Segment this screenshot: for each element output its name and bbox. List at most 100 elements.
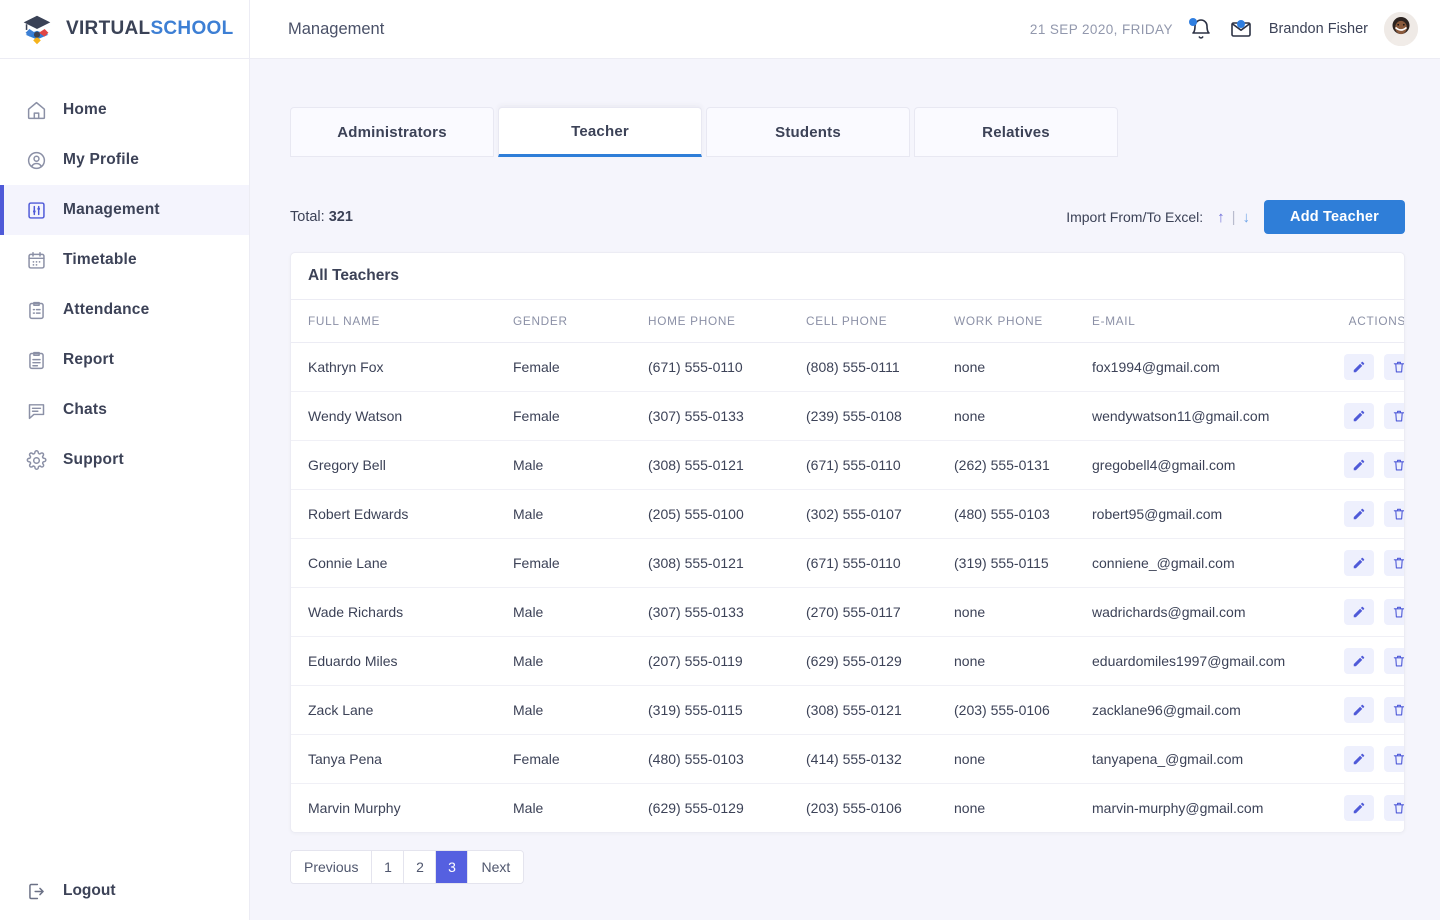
sidebar-nav: Home My Profile Management Timetable Att… [0, 85, 249, 485]
message-dot [1236, 20, 1245, 28]
tab-teacher[interactable]: Teacher [498, 107, 702, 157]
cell-full-name: Wendy Watson [291, 391, 496, 441]
total-value: 321 [328, 209, 353, 225]
cell-cell-phone: (308) 555-0121 [789, 685, 937, 735]
cell-email: tanyapena_@gmail.com [1075, 734, 1313, 784]
edit-row-button[interactable] [1344, 794, 1375, 821]
tab-administrators[interactable]: Administrators [290, 107, 494, 157]
delete-row-button[interactable] [1384, 745, 1404, 772]
delete-row-button[interactable] [1384, 598, 1404, 625]
edit-row-button[interactable] [1344, 745, 1375, 772]
cell-email: marvin-murphy@gmail.com [1092, 799, 1264, 816]
table-row[interactable]: Tanya Pena Female (480) 555-0103 (414) 5… [291, 734, 1404, 784]
sidebar-item-chats[interactable]: Chats [0, 385, 249, 435]
cell-full-name: Connie Lane [291, 538, 496, 588]
edit-row-button[interactable] [1344, 353, 1375, 380]
notifications-button[interactable] [1188, 17, 1213, 41]
table-row[interactable]: Kathryn Fox Female (671) 555-0110 (808) … [291, 342, 1404, 392]
avatar[interactable] [1384, 12, 1418, 46]
delete-row-button[interactable] [1384, 402, 1404, 429]
table-row[interactable]: Robert Edwards Male (205) 555-0100 (302)… [291, 489, 1404, 539]
sidebar-item-timetable[interactable]: Timetable [0, 235, 249, 285]
pencil-icon [1353, 361, 1365, 372]
cell-gender: Female [496, 342, 631, 392]
brand-logo[interactable]: VIRTUALSCHOOL [0, 0, 249, 59]
pencil-icon [1353, 655, 1365, 666]
sidebar-item-report[interactable]: Report [0, 335, 249, 385]
sidebar-item-attendance[interactable]: Attendance [0, 285, 249, 335]
table-row[interactable]: Gregory Bell Male (308) 555-0121 (671) 5… [291, 440, 1404, 490]
delete-row-button[interactable] [1384, 647, 1404, 674]
teachers-card: All Teachers FULL NAME GENDER HOME PHONE… [290, 252, 1405, 833]
pagination-page-1[interactable]: 1 [372, 851, 405, 883]
sidebar-item-my-profile[interactable]: My Profile [0, 135, 249, 185]
trash-icon [1393, 606, 1404, 618]
cell-gender: Female [496, 391, 631, 441]
logout-button[interactable]: Logout [0, 862, 249, 920]
brand-name-second: SCHOOL [150, 18, 234, 39]
edit-row-button[interactable] [1344, 451, 1375, 478]
cell-cell-phone: (671) 555-0110 [789, 538, 937, 588]
pagination-previous[interactable]: Previous [291, 851, 373, 883]
delete-row-button[interactable] [1384, 500, 1404, 527]
list-toolbar: Total: 321 Import From/To Excel: ↑ | ↓ A… [290, 200, 1405, 234]
cell-home-phone: (308) 555-0121 [631, 538, 789, 588]
add-teacher-button[interactable]: Add Teacher [1264, 200, 1405, 234]
cell-full-name: Wade Richards [291, 587, 496, 637]
cell-work-phone: none [937, 391, 1075, 441]
export-down-icon[interactable]: ↓ [1243, 209, 1251, 226]
edit-row-button[interactable] [1344, 647, 1375, 674]
cell-gender: Female [496, 734, 631, 784]
messages-button[interactable] [1229, 17, 1253, 41]
arrow-separator: | [1231, 208, 1236, 226]
edit-row-button[interactable] [1344, 402, 1375, 429]
edit-row-button[interactable] [1344, 696, 1375, 723]
pencil-icon [1353, 606, 1365, 617]
sidebar-item-management[interactable]: Management [0, 185, 249, 235]
table-row[interactable]: Zack Lane Male (319) 555-0115 (308) 555-… [291, 685, 1404, 735]
sidebar-item-label: Attendance [63, 301, 150, 318]
table-row[interactable]: Wade Richards Male (307) 555-0133 (270) … [291, 587, 1404, 637]
edit-row-button[interactable] [1344, 500, 1375, 527]
import-export-arrows: ↑ | ↓ [1217, 209, 1250, 226]
delete-row-button[interactable] [1384, 794, 1404, 821]
pencil-icon [1353, 753, 1365, 764]
trash-icon [1393, 802, 1404, 814]
user-circle-icon [26, 150, 47, 171]
table-body: Kathryn Fox Female (671) 555-0110 (808) … [291, 342, 1404, 832]
cell-home-phone: (308) 555-0121 [631, 440, 789, 490]
edit-row-button[interactable] [1344, 549, 1375, 576]
edit-row-button[interactable] [1344, 598, 1375, 625]
pencil-icon [1353, 802, 1365, 813]
teachers-table: FULL NAME GENDER HOME PHONE CELL PHONE W… [291, 300, 1404, 832]
delete-row-button[interactable] [1384, 353, 1404, 380]
table-row[interactable]: Wendy Watson Female (307) 555-0133 (239)… [291, 391, 1404, 441]
sidebar-item-label: Chats [63, 401, 108, 418]
cell-home-phone: (207) 555-0119 [631, 636, 789, 686]
clipboard-list-icon [26, 300, 47, 321]
cell-home-phone: (480) 555-0103 [631, 734, 789, 784]
sidebar-item-home[interactable]: Home [0, 85, 249, 135]
pagination-next[interactable]: Next [468, 851, 524, 883]
delete-row-button[interactable] [1384, 549, 1404, 576]
graduation-cap-pinwheel-icon [18, 10, 56, 48]
table-row[interactable]: Marvin Murphy Male (629) 555-0129 (203) … [291, 783, 1404, 832]
table-row[interactable]: Eduardo Miles Male (207) 555-0119 (629) … [291, 636, 1404, 686]
cell-gender: Male [496, 489, 631, 539]
pagination-page-3[interactable]: 3 [436, 851, 469, 883]
tab-relatives[interactable]: Relatives [914, 107, 1118, 157]
cell-full-name: Gregory Bell [291, 440, 496, 490]
logout-icon [26, 881, 47, 902]
sidebar-item-support[interactable]: Support [0, 435, 249, 485]
toolbar-actions: Import From/To Excel: ↑ | ↓ Add Teacher [1066, 200, 1405, 234]
delete-row-button[interactable] [1384, 696, 1404, 723]
pagination-page-2[interactable]: 2 [404, 851, 437, 883]
table-row[interactable]: Connie Lane Female (308) 555-0121 (671) … [291, 538, 1404, 588]
cell-work-phone: (203) 555-0106 [937, 685, 1075, 735]
user-name: Brandon Fisher [1268, 21, 1368, 37]
delete-row-button[interactable] [1384, 451, 1404, 478]
import-up-icon[interactable]: ↑ [1217, 209, 1225, 226]
pagination: Previous 1 2 3 Next [290, 850, 525, 884]
tab-students[interactable]: Students [706, 107, 910, 157]
pencil-icon [1353, 704, 1365, 715]
